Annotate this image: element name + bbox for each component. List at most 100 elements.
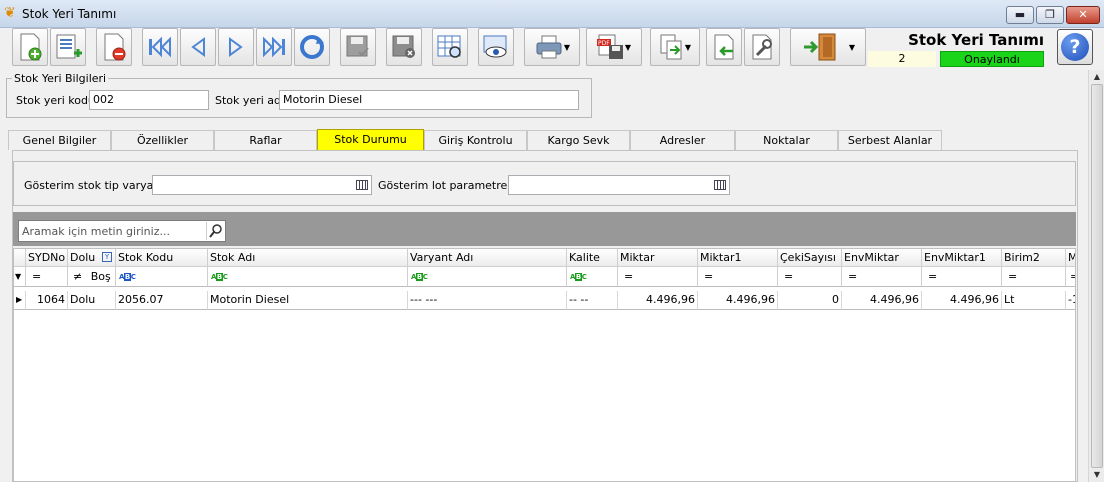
filter-operator-equals[interactable]: = [1002, 267, 1066, 287]
help-button[interactable]: ? [1057, 29, 1093, 65]
search-icon[interactable] [206, 222, 224, 240]
column-header[interactable]: SYDNo [26, 249, 68, 267]
filter-operator-equals[interactable]: = [26, 267, 68, 287]
tab-noktalar[interactable]: Noktalar [735, 130, 838, 150]
settings-button[interactable] [744, 28, 780, 66]
filter-dolu-cell[interactable]: ≠ Boş [68, 267, 116, 287]
table-cell[interactable]: Lt [1002, 291, 1066, 310]
filter-operator-equals[interactable]: = [698, 267, 778, 287]
help-question-icon: ? [1061, 33, 1089, 61]
save-button[interactable] [340, 28, 376, 66]
column-header[interactable]: Varyant Adı [408, 249, 567, 267]
table-cell[interactable]: Motorin Diesel [208, 291, 408, 310]
scroll-up-icon[interactable]: ▲ [1089, 70, 1104, 84]
minimize-button[interactable]: ▬ [1006, 6, 1034, 24]
column-header[interactable]: EnvMiktar [842, 249, 922, 267]
tab-kargo-sevk[interactable]: Kargo Sevk [527, 130, 630, 150]
record-count: 2 [868, 51, 936, 67]
print-icon [536, 35, 562, 59]
scroll-thumb[interactable] [1091, 84, 1103, 468]
table-cell[interactable]: 4.496,96 [618, 291, 698, 310]
filter-operator-contains[interactable]: ABC [116, 267, 208, 287]
column-header[interactable]: EnvMiktar1 [922, 249, 1002, 267]
stock-location-name-field[interactable]: Motorin Diesel [279, 90, 579, 110]
export-dropdown-icon[interactable]: ▼ [685, 43, 691, 52]
stock-status-grid[interactable]: SYDNo Dolu Y Stok Kodu Stok Adı Varyant … [13, 248, 1076, 482]
table-cell[interactable]: -1 [1066, 291, 1075, 310]
column-header-dolu[interactable]: Dolu Y [68, 249, 116, 267]
last-record-button[interactable] [256, 28, 292, 66]
import-button[interactable] [706, 28, 742, 66]
tab-serbest-alanlar[interactable]: Serbest Alanlar [838, 130, 942, 150]
column-header[interactable]: Stok Adı [208, 249, 408, 267]
browse-table-button[interactable] [432, 28, 468, 66]
table-cell[interactable]: -- -- [567, 291, 618, 310]
column-header[interactable]: M [1066, 249, 1075, 267]
table-cell[interactable]: --- --- [408, 291, 567, 310]
export-button[interactable]: ▼ [650, 28, 700, 66]
variant-filter-label: Gösterim stok tip varyantı [24, 179, 168, 192]
column-header[interactable]: Kalite [567, 249, 618, 267]
table-cell[interactable]: 0 [778, 291, 842, 310]
add-row-button[interactable] [50, 28, 86, 66]
filter-operator-contains[interactable]: ABC [408, 267, 567, 287]
close-button[interactable]: ✕ [1066, 6, 1100, 24]
next-record-button[interactable] [218, 28, 254, 66]
table-cell[interactable]: 1064 [26, 291, 68, 310]
grid-search-input[interactable]: Aramak için metin giriniz... [18, 220, 226, 242]
row-indicator[interactable]: ▶ [14, 291, 26, 310]
table-cell[interactable]: Dolu [68, 291, 116, 310]
lot-filter-input[interactable] [508, 175, 730, 195]
table-cell[interactable]: 4.496,96 [698, 291, 778, 310]
browse-table-icon [437, 35, 461, 58]
tab-giris-kontrolu[interactable]: Giriş Kontrolu [424, 130, 527, 150]
delete-document-icon [104, 33, 126, 61]
title-bar: ❦ Stok Yeri Tanımı ▬ ❐ ✕ [0, 0, 1104, 28]
delete-record-button[interactable] [96, 28, 132, 66]
first-record-icon [149, 36, 171, 58]
column-header[interactable]: Miktar1 [698, 249, 778, 267]
pdf-export-button[interactable]: PDF ▼ [586, 28, 642, 66]
maximize-button[interactable]: ❐ [1036, 6, 1064, 24]
print-button[interactable]: ▼ [524, 28, 580, 66]
vertical-scrollbar[interactable]: ▲ ▼ [1088, 70, 1104, 482]
new-record-button[interactable] [12, 28, 48, 66]
column-header[interactable]: Birim2 [1002, 249, 1066, 267]
tab-ozellikler[interactable]: Özellikler [111, 130, 214, 150]
stock-location-code-field[interactable]: 002 [89, 90, 209, 110]
filter-icon[interactable]: Y [102, 252, 112, 262]
table-cell[interactable]: 4.496,96 [922, 291, 1002, 310]
tab-raflar[interactable]: Raflar [214, 130, 317, 150]
previous-record-button[interactable] [180, 28, 216, 66]
table-cell[interactable]: 4.496,96 [842, 291, 922, 310]
tab-stok-durumu[interactable]: Stok Durumu [317, 129, 424, 150]
print-dropdown-icon[interactable]: ▼ [564, 43, 570, 52]
filter-operator-equals[interactable]: = [842, 267, 922, 287]
column-header[interactable]: ÇekiSayısı [778, 249, 842, 267]
pdf-dropdown-icon[interactable]: ▼ [625, 43, 631, 52]
filter-operator-contains[interactable]: ABC [567, 267, 618, 287]
first-record-button[interactable] [142, 28, 178, 66]
tab-adresler[interactable]: Adresler [630, 130, 735, 150]
settings-icon [752, 34, 772, 60]
filter-row-indicator: ▼ [14, 267, 26, 287]
preview-button[interactable] [478, 28, 514, 66]
filter-operator-equals[interactable]: = [778, 267, 842, 287]
variant-filter-input[interactable] [152, 175, 372, 195]
filter-operator-contains[interactable]: ABC [208, 267, 408, 287]
exit-dropdown-icon[interactable]: ▼ [849, 43, 855, 52]
exit-button[interactable]: ▼ [790, 28, 866, 66]
filter-operator-equals[interactable]: = [922, 267, 1002, 287]
column-header[interactable]: Stok Kodu [116, 249, 208, 267]
cancel-button[interactable] [386, 28, 422, 66]
scroll-down-icon[interactable]: ▼ [1089, 468, 1104, 482]
column-header[interactable]: Miktar [618, 249, 698, 267]
filter-operator-equals[interactable]: = [1066, 267, 1075, 287]
picker-icon[interactable] [356, 180, 368, 190]
picker-icon[interactable] [714, 180, 726, 190]
table-cell[interactable]: 2056.07 [116, 291, 208, 310]
filter-operator-equals[interactable]: = [618, 267, 698, 287]
refresh-button[interactable] [294, 28, 330, 66]
pdf-export-icon: PDF [596, 34, 623, 59]
tab-genel-bilgiler[interactable]: Genel Bilgiler [8, 130, 111, 150]
